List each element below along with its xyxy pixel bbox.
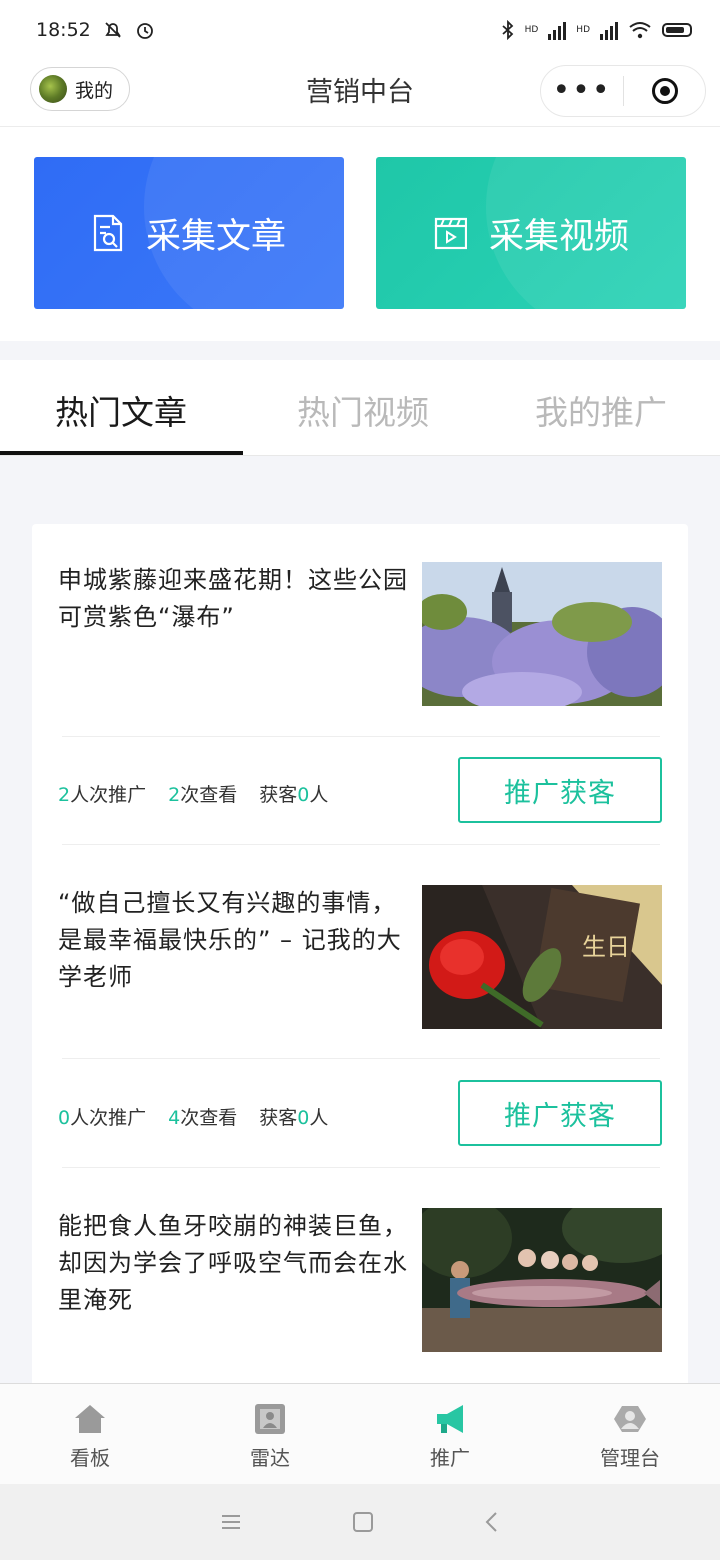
promote-button[interactable]: 推广获客 xyxy=(458,1080,662,1146)
signal-2-label: HD xyxy=(576,25,590,35)
nav-bar: 我的 营销中台 ••• xyxy=(0,60,720,127)
promote-stat: 0人次推广 xyxy=(58,1107,147,1129)
bluetooth-icon xyxy=(501,20,513,40)
admin-icon xyxy=(614,1406,646,1432)
collect-article-button[interactable]: 采集文章 xyxy=(34,157,344,309)
notification-muted-icon xyxy=(105,22,121,38)
system-navigation-bar xyxy=(0,1484,720,1560)
back-icon[interactable] xyxy=(484,1511,500,1533)
megaphone-icon xyxy=(437,1405,463,1433)
separator xyxy=(62,1167,660,1168)
collect-video-label: 采集视频 xyxy=(488,216,629,257)
tab-my-promotion[interactable]: 我的推广 xyxy=(480,386,720,434)
document-search-icon xyxy=(93,214,123,252)
promote-button[interactable]: 推广获客 xyxy=(458,757,662,823)
video-clapper-icon xyxy=(434,217,467,250)
collect-section: 采集文章 采集视频 xyxy=(0,127,720,341)
active-tab-indicator xyxy=(0,451,243,455)
article-thumbnail[interactable] xyxy=(422,562,662,706)
article-title[interactable]: 申城紫藤迎来盛花期！这些公园可赏紫色“瀑布” xyxy=(58,562,408,636)
tabbar-item-dashboard[interactable]: 看板 xyxy=(0,1384,180,1484)
promote-stat: 2人次推广 xyxy=(58,784,147,806)
article-stats: 2人次推广 2次查看 获客0人 xyxy=(58,780,328,807)
article-title[interactable]: 能把食人鱼牙咬崩的神装巨鱼，却因为学会了呼吸空气而会在水里淹死 xyxy=(58,1208,408,1319)
status-time: 18:52 xyxy=(36,19,91,41)
signal-2-icon xyxy=(600,20,618,40)
tabbar-item-admin[interactable]: 管理台 xyxy=(540,1384,720,1484)
status-bar: 18:52 HD HD xyxy=(0,0,720,60)
tabbar-label: 看板 xyxy=(70,1446,110,1470)
article-stats: 0人次推广 4次查看 获客0人 xyxy=(58,1103,328,1130)
separator xyxy=(62,844,660,845)
view-stat: 2次查看 xyxy=(168,784,238,806)
tab-hot-videos[interactable]: 热门视频 xyxy=(242,386,484,434)
article-list: 申城紫藤迎来盛花期！这些公园可赏紫色“瀑布” 2人次推广 2次查看 获客0人 推… xyxy=(32,524,688,1404)
collect-video-button[interactable]: 采集视频 xyxy=(376,157,686,309)
close-miniprogram-button[interactable] xyxy=(624,78,705,104)
view-stat: 4次查看 xyxy=(168,1107,238,1129)
house-icon xyxy=(75,1405,105,1433)
collect-article-label: 采集文章 xyxy=(145,216,286,257)
home-square-icon[interactable] xyxy=(352,1511,374,1533)
article-thumbnail[interactable]: 生日 xyxy=(422,885,662,1029)
article-title[interactable]: “做自己擅长又有兴趣的事情，是最幸福最快乐的” – 记我的大学老师 xyxy=(58,885,408,996)
bottom-tab-bar: 看板 雷达 推广 管理台 xyxy=(0,1383,720,1484)
guest-stat: 获客0人 xyxy=(259,784,329,806)
separator xyxy=(62,1058,660,1059)
guest-stat: 获客0人 xyxy=(259,1107,329,1129)
target-icon xyxy=(651,78,678,104)
menu-icon[interactable] xyxy=(220,1513,242,1531)
alarm-icon xyxy=(136,23,153,39)
svg-text:生日: 生日 xyxy=(582,933,630,961)
signal-1-icon xyxy=(548,20,567,40)
tabbar-item-promote[interactable]: 推广 xyxy=(360,1384,540,1484)
tab-hot-articles[interactable]: 热门文章 xyxy=(0,386,242,434)
tabbar-label: 雷达 xyxy=(250,1446,290,1470)
battery-icon xyxy=(662,23,692,37)
separator xyxy=(62,736,660,737)
miniprogram-capsule: ••• xyxy=(540,65,706,117)
tabbar-label: 推广 xyxy=(430,1446,470,1470)
tabbar-item-radar[interactable]: 雷达 xyxy=(180,1384,360,1484)
radar-icon xyxy=(255,1404,285,1434)
more-options-icon[interactable]: ••• xyxy=(541,76,623,106)
article-thumbnail[interactable] xyxy=(422,1208,662,1352)
tabbar-label: 管理台 xyxy=(600,1446,660,1470)
content-tabs: 热门文章 热门视频 我的推广 xyxy=(0,360,720,456)
signal-1-label: HD xyxy=(524,25,539,35)
wifi-icon xyxy=(629,22,651,39)
